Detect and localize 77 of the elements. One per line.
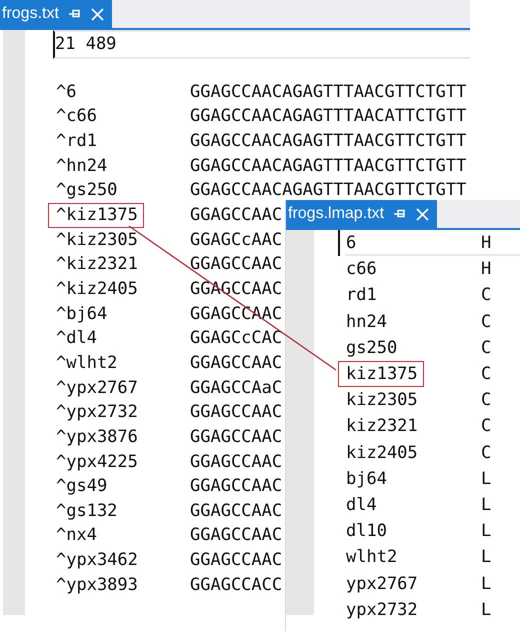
sequence-text: GGAGCCAACAGAGTTTAACGTTCTGTT [190, 179, 466, 202]
sequence-text: GGAGCCAAC [190, 204, 282, 227]
group-letter: H [481, 232, 492, 255]
sequence-text: GGAGCCAAC [190, 253, 282, 276]
sample-name: ^kiz1375 [48, 202, 144, 228]
group-letter: C [481, 415, 492, 438]
sample-name: ^gs132 [55, 500, 118, 523]
group-letter: H [481, 258, 492, 282]
sample-name: dl10 [345, 520, 388, 544]
sample-name: hn24 [345, 310, 388, 334]
sequence-text: GGAGCCAAC [190, 352, 282, 375]
sample-name: ^gs49 [55, 475, 108, 498]
group-letter: C [481, 336, 492, 360]
text-line: 21 489 [53, 30, 470, 59]
group-letter: L [481, 468, 492, 491]
sample-name: ypx2767 [345, 572, 419, 596]
sample-name: kiz2305 [345, 389, 419, 412]
group-letter: C [481, 389, 492, 412]
sample-name: kiz1375 [338, 361, 424, 388]
sample-name: kiz2321 [345, 415, 419, 438]
sequence-text: GGAGCCAACAGAGTTTAACGTTCTGTT [190, 154, 466, 178]
sequence-text: GGAGCCAAC [190, 426, 282, 449]
close-icon[interactable] [90, 8, 104, 20]
group-letter: L [481, 598, 492, 622]
sequence-text: GGAGCCAAC [190, 401, 282, 424]
sample-name: ^nx4 [55, 524, 98, 548]
sample-name: ^kiz2321 [55, 253, 139, 276]
group-letter: C [481, 363, 492, 386]
sample-name: ^wlht2 [55, 352, 118, 375]
sequence-text: GGAGCCACC [190, 574, 282, 597]
sample-name: wlht2 [345, 546, 398, 570]
sample-name: ^ypx3876 [55, 426, 139, 449]
sequence-text: GGAGCcCAC [190, 327, 282, 350]
sample-name: ^6 [55, 80, 78, 104]
group-letter: L [481, 520, 492, 544]
sample-name: 6 [338, 230, 362, 256]
sample-name: ^c66 [55, 105, 98, 128]
sequence-text: GGAGCCAaC [190, 376, 282, 400]
sequence-text: GGAGCcAAC [190, 228, 282, 252]
group-letter: L [481, 572, 492, 596]
sample-name: ^ypx3893 [55, 574, 139, 597]
sample-name: ^ypx4225 [55, 450, 139, 474]
sample-name: kiz2405 [345, 442, 419, 465]
sequence-text: GGAGCCAAC [190, 549, 282, 572]
sample-name: bj64 [345, 468, 388, 491]
sample-name: ^hn24 [55, 154, 108, 178]
sample-name: ^rd1 [55, 130, 98, 153]
sequence-text: GGAGCCAAC [190, 475, 282, 498]
group-letter: L [481, 546, 492, 570]
file-tab[interactable]: frogs.txt [0, 0, 112, 28]
sample-name: ^bj64 [55, 302, 108, 326]
group-letter: C [481, 284, 492, 308]
sequence-text: GGAGCCAACAGAGTTTAACGTTCTGTT [190, 130, 466, 153]
sequence-text: GGAGCCAACAGAGTTTAACGTTCTGTT [190, 80, 466, 104]
sample-name: dl4 [345, 494, 378, 518]
sample-name: ypx2732 [345, 598, 419, 622]
sequence-text: GGAGCCAAC [190, 450, 282, 474]
group-letter: L [481, 494, 492, 518]
sample-name: ^ypx2767 [55, 376, 139, 400]
sample-name: ^dl4 [55, 327, 98, 350]
sample-name: ^kiz2305 [55, 228, 139, 252]
sample-name: gs250 [345, 336, 398, 360]
close-icon[interactable] [416, 208, 430, 220]
sample-name: rd1 [345, 284, 378, 308]
group-letter: C [481, 310, 492, 334]
file-tab[interactable]: frogs.lmap.txt [286, 200, 438, 228]
group-letter: C [481, 442, 492, 465]
sequence-text: GGAGCCAAC [190, 524, 282, 548]
sequence-text: GGAGCCAACAGAGTTTAACATTCTGTT [190, 105, 466, 128]
sample-name: c66 [345, 258, 378, 282]
sample-name: ^gs250 [55, 179, 118, 202]
sample-name: ^ypx3462 [55, 549, 139, 572]
pin-icon[interactable] [68, 9, 81, 19]
sample-name: ^ypx2732 [55, 401, 139, 424]
sequence-text: GGAGCCAAC [190, 500, 282, 523]
sample-name: ^kiz2405 [55, 278, 139, 301]
pin-icon[interactable] [394, 209, 406, 219]
